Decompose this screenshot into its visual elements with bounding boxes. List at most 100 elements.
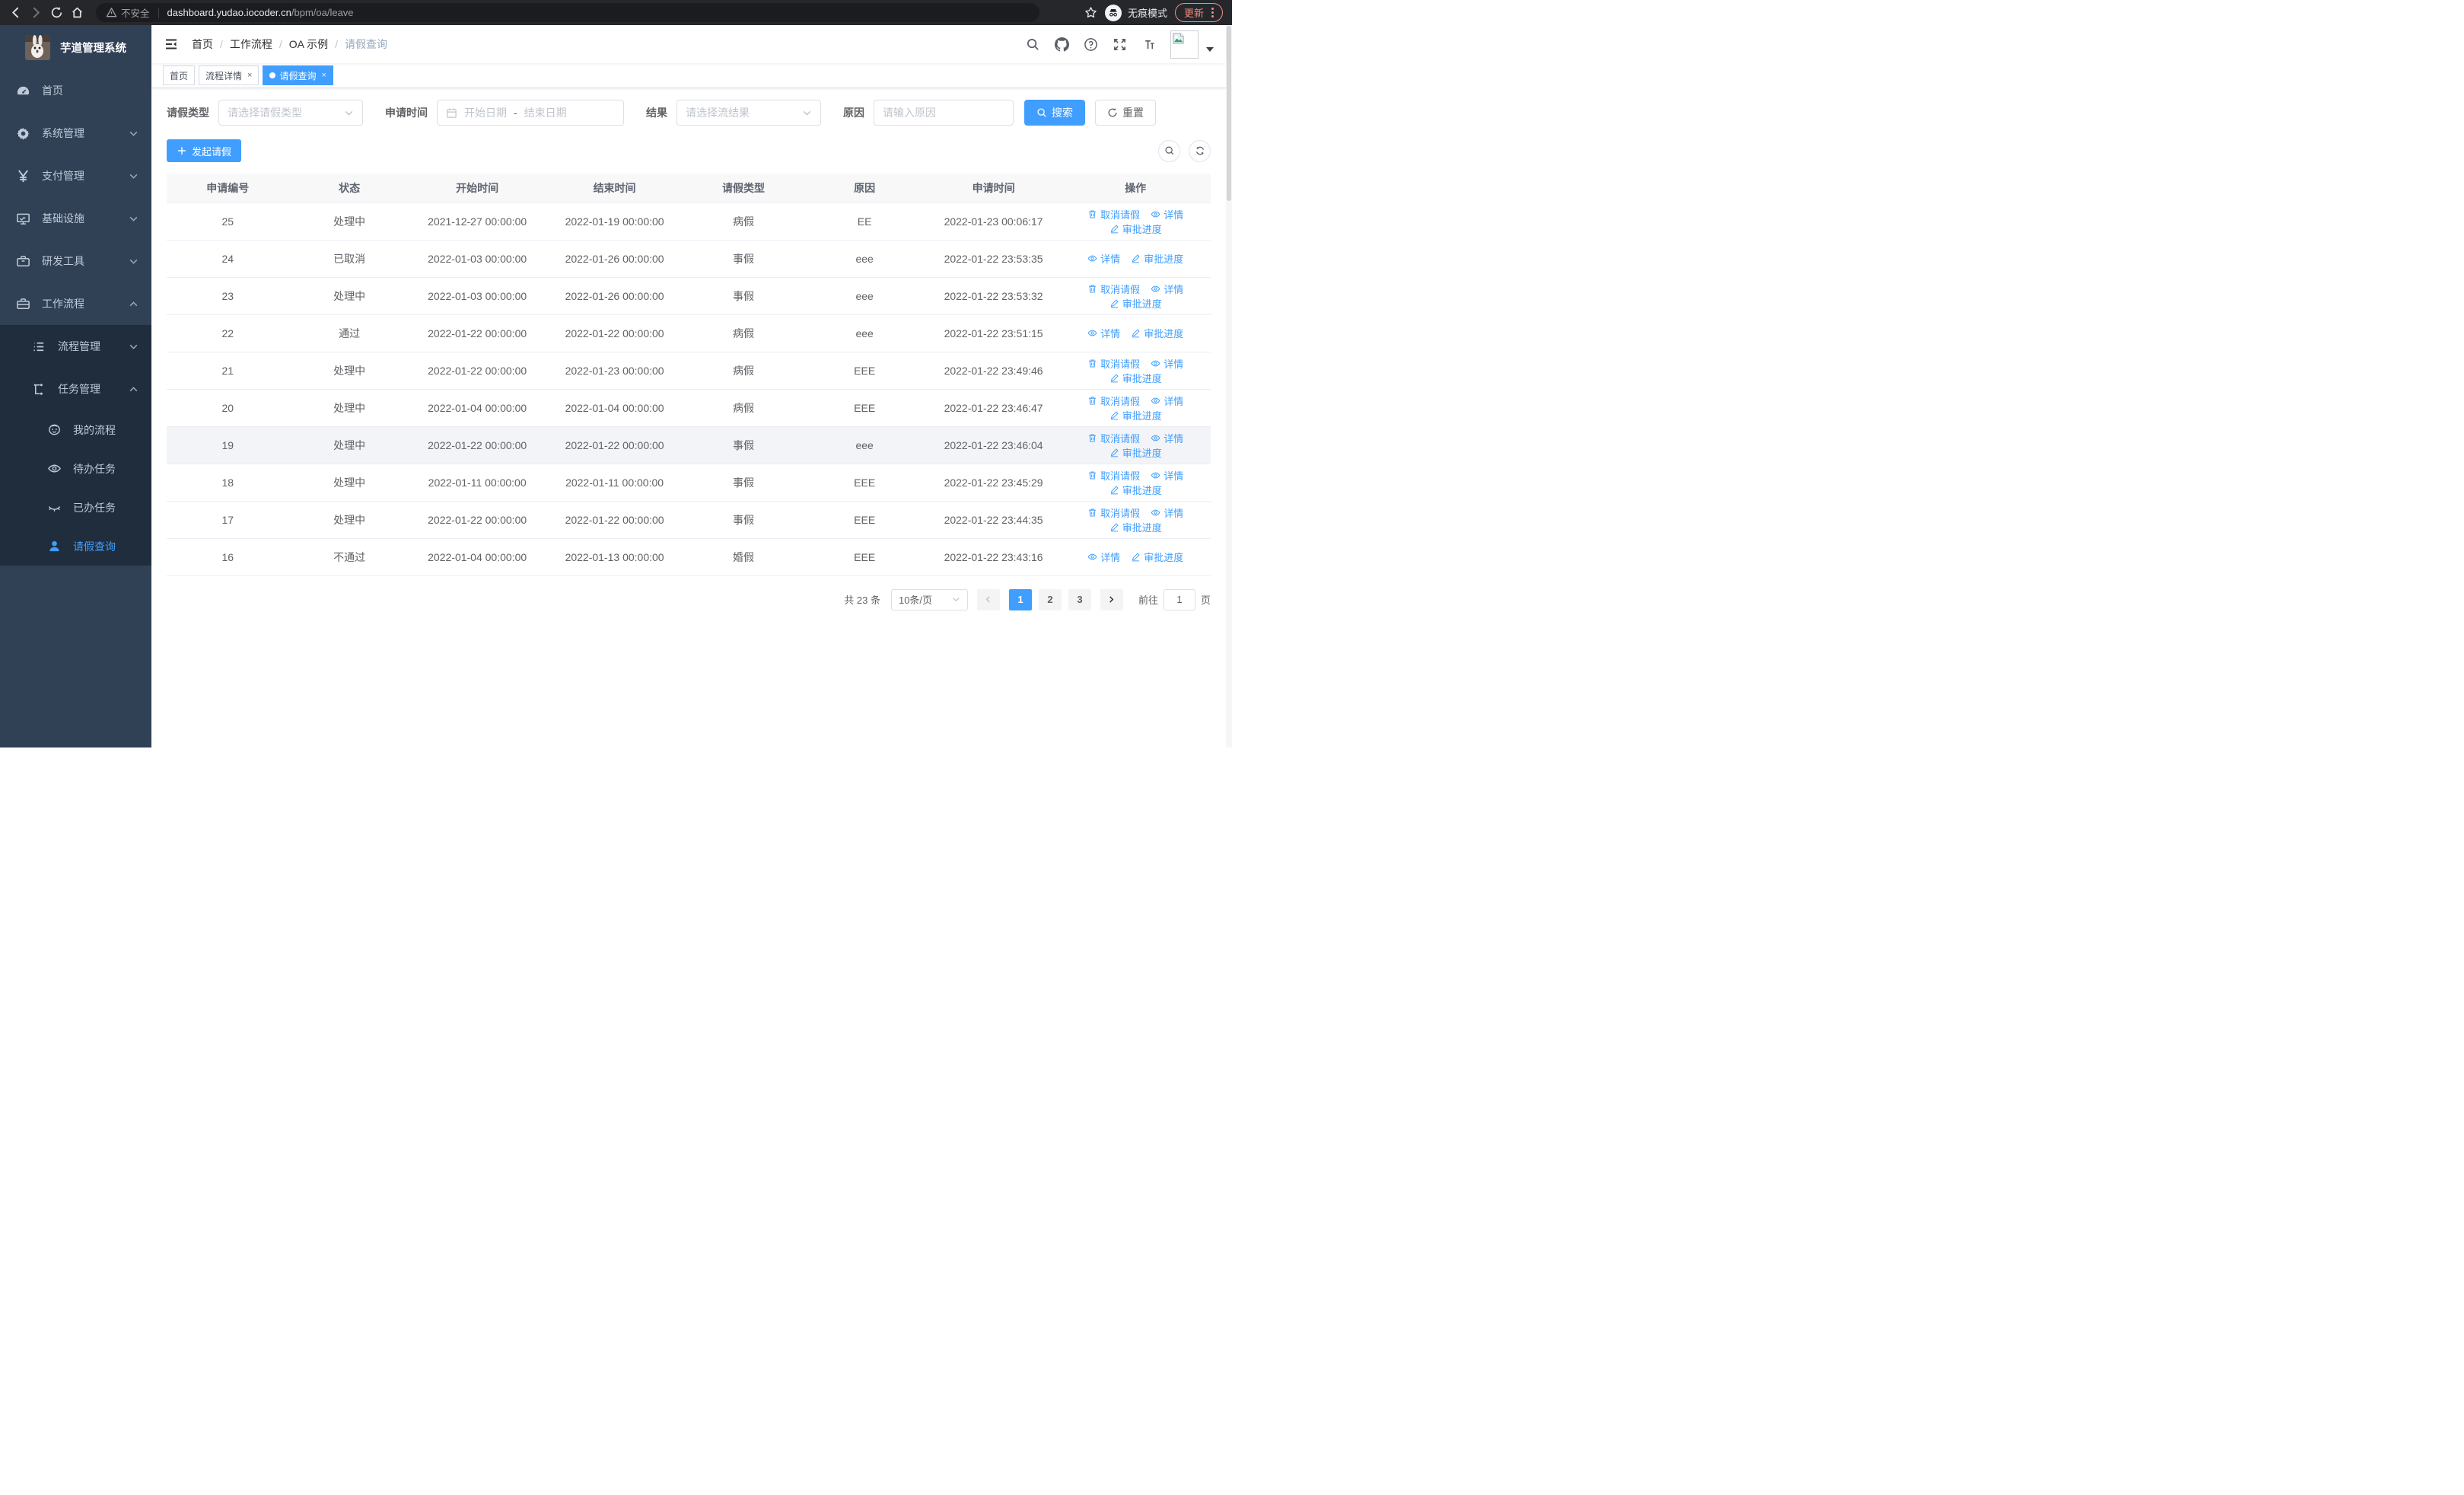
tag-view-item[interactable]: 请假查询 ×	[263, 65, 333, 85]
sidebar-item-dev-tools[interactable]: 研发工具	[0, 240, 151, 282]
user-menu[interactable]	[1170, 30, 1214, 59]
approval-progress-link[interactable]: 审批进度	[1109, 371, 1162, 385]
approval-progress-link[interactable]: 审批进度	[1109, 483, 1162, 497]
cell-end-time: 2022-01-04 00:00:00	[544, 389, 685, 427]
sidebar-item-todo-tasks[interactable]: 待办任务	[0, 449, 151, 488]
browser-update-button[interactable]: 更新	[1174, 3, 1223, 22]
chevron-down-icon	[803, 110, 811, 116]
apply-time-range-picker[interactable]: 开始日期 - 结束日期	[437, 100, 624, 126]
next-page-button[interactable]	[1100, 588, 1123, 610]
cancel-leave-link[interactable]: 取消请假	[1087, 282, 1140, 296]
browser-reload-icon[interactable]	[50, 6, 63, 19]
search-button[interactable]: 搜索	[1024, 100, 1085, 126]
approval-progress-link[interactable]: 审批进度	[1131, 326, 1183, 340]
close-icon[interactable]: ×	[247, 71, 252, 80]
sidebar-item-workflow[interactable]: 工作流程	[0, 282, 151, 325]
font-size-icon[interactable]	[1141, 37, 1156, 52]
cancel-leave-link[interactable]: 取消请假	[1087, 394, 1140, 408]
action-label: 审批进度	[1144, 552, 1184, 563]
tag-label: 流程详情	[205, 70, 243, 81]
prev-page-button[interactable]	[976, 588, 1000, 610]
reason-placeholder: 请输入原因	[883, 107, 936, 119]
sidebar-item-process-management[interactable]: 流程管理	[0, 325, 151, 368]
cancel-leave-link[interactable]: 取消请假	[1087, 207, 1140, 222]
sidebar-item-infrastructure[interactable]: 基础设施	[0, 197, 151, 240]
leave-type-placeholder: 请选择请假类型	[228, 107, 302, 119]
scrollbar-thumb[interactable]	[1227, 26, 1231, 201]
cell-actions: 详情 审批进度	[1060, 314, 1211, 352]
search-icon[interactable]	[1026, 37, 1040, 52]
cancel-leave-link[interactable]: 取消请假	[1087, 505, 1140, 520]
detail-link[interactable]: 详情	[1151, 207, 1183, 222]
address-bar[interactable]: 不安全 dashboard.yudao.iocoder.cn/bpm/oa/le…	[96, 3, 1039, 22]
sidebar-item-done-tasks[interactable]: 已办任务	[0, 488, 151, 527]
cell-reason: EEE	[802, 464, 927, 502]
approval-progress-link[interactable]: 审批进度	[1109, 408, 1162, 422]
cell-start-time: 2022-01-22 00:00:00	[409, 501, 545, 539]
reset-button[interactable]: 重置	[1095, 100, 1156, 126]
fullscreen-icon[interactable]	[1113, 37, 1127, 52]
refresh-table-button[interactable]	[1189, 139, 1211, 162]
browser-forward-icon[interactable]	[30, 6, 43, 19]
github-icon[interactable]	[1055, 37, 1069, 52]
sidebar-item-system[interactable]: 系统管理	[0, 112, 151, 155]
table-row: 17 处理中 2022-01-22 00:00:00 2022-01-22 00:00…	[167, 501, 1211, 539]
reason-input[interactable]: 请输入原因	[874, 100, 1014, 126]
toggle-search-button[interactable]	[1158, 139, 1180, 162]
detail-link[interactable]: 详情	[1151, 505, 1183, 520]
cancel-leave-link[interactable]: 取消请假	[1087, 468, 1140, 483]
approval-progress-link[interactable]: 审批进度	[1109, 520, 1162, 534]
action-label: 取消请假	[1100, 432, 1141, 445]
close-icon[interactable]: ×	[321, 71, 326, 80]
breadcrumb-item[interactable]: OA 示例	[289, 37, 328, 52]
sidebar-item-payment[interactable]: 支付管理	[0, 155, 151, 197]
page-number-button[interactable]: 1	[1008, 588, 1032, 610]
cancel-leave-link[interactable]: 取消请假	[1087, 431, 1140, 445]
tag-view-item[interactable]: 流程详情 ×	[199, 65, 259, 85]
page-size-select[interactable]: 10条/页	[890, 588, 968, 610]
browser-home-icon[interactable]	[71, 6, 84, 19]
detail-link[interactable]: 详情	[1151, 468, 1183, 483]
detail-link[interactable]: 详情	[1151, 356, 1183, 371]
leave-type-select[interactable]: 请选择请假类型	[218, 100, 363, 126]
browser-menu-icon[interactable]	[1211, 8, 1214, 18]
sidebar-item-label: 已办任务	[73, 501, 116, 514]
approval-progress-link[interactable]: 审批进度	[1109, 296, 1162, 311]
search-button-label: 搜索	[1052, 107, 1073, 119]
page-scrollbar[interactable]	[1226, 25, 1232, 748]
detail-link[interactable]: 详情	[1151, 431, 1183, 445]
tag-view-item[interactable]: 首页	[163, 65, 196, 85]
eye-closed-icon	[48, 506, 61, 512]
not-secure-indicator[interactable]: 不安全	[106, 5, 150, 20]
approval-progress-link[interactable]: 审批进度	[1109, 445, 1162, 460]
help-icon[interactable]	[1084, 37, 1098, 52]
breadcrumb-item[interactable]: 首页	[192, 37, 213, 52]
cell-actions: 取消请假 详情 审批进度	[1060, 501, 1211, 539]
page-number-button[interactable]: 2	[1038, 588, 1062, 610]
breadcrumb-item[interactable]: 工作流程	[230, 37, 272, 52]
approval-progress-link[interactable]: 审批进度	[1131, 550, 1183, 564]
detail-link[interactable]: 详情	[1151, 282, 1183, 296]
approval-progress-link[interactable]: 审批进度	[1109, 222, 1162, 236]
page-number-button[interactable]: 3	[1068, 588, 1091, 610]
sidebar-item-label: 流程管理	[58, 340, 100, 352]
detail-link[interactable]: 详情	[1087, 550, 1120, 564]
bookmark-star-icon[interactable]	[1084, 6, 1097, 19]
detail-link[interactable]: 详情	[1151, 394, 1183, 408]
create-leave-button[interactable]: 发起请假	[167, 139, 242, 162]
goto-page-input[interactable]	[1163, 588, 1195, 610]
cell-id: 20	[167, 389, 289, 427]
sidebar-item-my-processes[interactable]: 我的流程	[0, 410, 151, 449]
detail-link[interactable]: 详情	[1087, 251, 1120, 266]
browser-back-icon[interactable]	[9, 6, 22, 19]
detail-link[interactable]: 详情	[1087, 326, 1120, 340]
approval-progress-link[interactable]: 审批进度	[1131, 251, 1183, 266]
cancel-leave-link[interactable]: 取消请假	[1087, 356, 1140, 371]
page-buttons: 123	[1008, 588, 1091, 610]
sidebar-item-home[interactable]: 首页	[0, 69, 151, 112]
edit-icon	[1110, 485, 1119, 494]
sidebar-item-leave-query[interactable]: 请假查询	[0, 527, 151, 566]
sidebar-item-task-management[interactable]: 任务管理	[0, 368, 151, 410]
sidebar-collapse-icon[interactable]	[164, 37, 179, 52]
result-select[interactable]: 请选择流结果	[676, 100, 821, 126]
